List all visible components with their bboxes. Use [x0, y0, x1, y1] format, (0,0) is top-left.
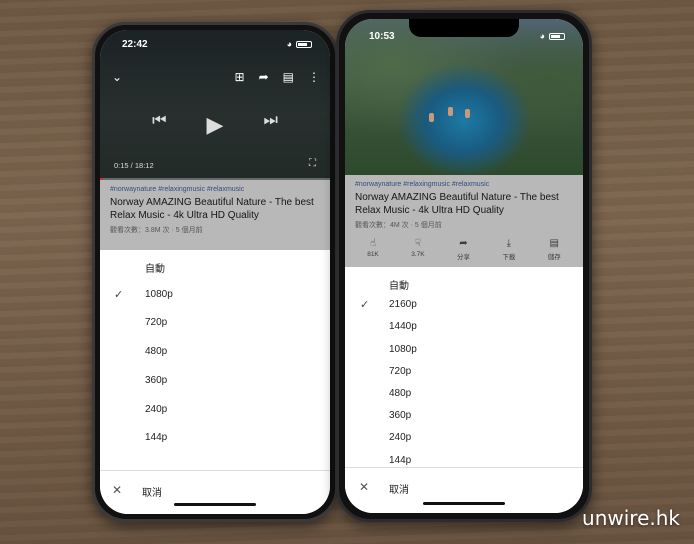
divider [345, 467, 583, 468]
quality-option-label: 自動 [389, 281, 409, 292]
status-icons: ◕ [540, 31, 565, 41]
cancel-label: 取消 [142, 488, 162, 499]
cancel-label: 取消 [389, 485, 409, 496]
quality-option-label: 480p [389, 388, 412, 399]
fullscreen-icon[interactable]: ⛶ [309, 158, 316, 169]
quality-option-label: 240p [145, 403, 168, 415]
boat [429, 113, 434, 122]
quality-option-label: 1080p [389, 343, 417, 355]
sheet-backdrop[interactable] [100, 180, 330, 250]
quality-option[interactable]: 240p [100, 404, 330, 433]
quality-option-label: 360p [145, 374, 168, 386]
watermark: unwire.hk [582, 506, 680, 530]
quality-option-label: 720p [145, 317, 168, 329]
home-indicator [174, 503, 256, 506]
share-icon[interactable]: ➦ [259, 70, 269, 84]
status-bar: 10:53 ◕ [345, 19, 583, 47]
quality-option-label: 360p [389, 410, 412, 422]
battery-icon [296, 40, 312, 48]
more-options-icon[interactable]: ⋮ [308, 70, 320, 84]
quality-option-label: 720p [389, 365, 412, 377]
quality-option[interactable]: 480p [100, 346, 330, 375]
right-phone-screen: 10:53 ◕ #norwaynature #relaxingmusic #re… [345, 19, 583, 513]
quality-sheet: 自動 1080p ✓ 720p 480p 360p 240p 144p ✕ 取消 [100, 250, 330, 514]
chevron-down-icon[interactable]: ⌄ [112, 70, 122, 84]
quality-option[interactable]: 144p [345, 455, 583, 477]
video-player[interactable]: 10:53 ◕ [345, 19, 583, 175]
home-indicator [423, 502, 505, 505]
quality-option[interactable]: 1080p [345, 344, 583, 366]
quality-option[interactable]: 360p [345, 410, 583, 432]
quality-option-label: 240p [389, 432, 412, 444]
cancel-button[interactable]: ✕ 取消 [359, 480, 409, 496]
boat [465, 109, 470, 118]
battery-icon [549, 32, 565, 40]
close-icon: ✕ [359, 480, 370, 494]
play-icon[interactable]: ▶ [207, 112, 224, 138]
wifi-icon: ◕ [286, 39, 292, 49]
add-to-queue-icon[interactable]: ⊞ [235, 70, 245, 84]
right-phone: 10:53 ◕ #norwaynature #relaxingmusic #re… [336, 10, 592, 522]
video-info: #norwaynature #relaxingmusic #relaxmusic… [100, 180, 330, 250]
quality-option[interactable]: 自動 [345, 277, 583, 299]
left-phone: 22:42 ◕ ⌄ ⊞ ➦ ▤ ⋮ ⏮ ▶ ⏭ 0:15 / 18:12 ⛶ #… [92, 22, 338, 522]
quality-option-label: 1080p [145, 288, 173, 300]
quality-option[interactable]: 1080p ✓ [100, 289, 330, 318]
quality-option[interactable]: 144p [100, 432, 330, 461]
quality-option-label: 144p [145, 432, 168, 444]
quality-option-label: 480p [145, 346, 168, 358]
quality-option[interactable]: 720p [100, 317, 330, 346]
status-icons: ◕ [287, 39, 312, 49]
cast-icon[interactable]: ▤ [283, 70, 294, 84]
next-icon[interactable]: ⏭ [263, 112, 277, 138]
playback-controls: ⏮ ▶ ⏭ [100, 112, 330, 138]
checkmark-icon: ✓ [114, 288, 124, 301]
quality-option-label: 1440p [389, 321, 417, 333]
quality-option[interactable]: 2160p ✓ [345, 299, 583, 321]
boat [448, 107, 453, 116]
previous-icon[interactable]: ⏮ [152, 112, 166, 138]
quality-option[interactable]: 360p [100, 375, 330, 404]
left-phone-screen: 22:42 ◕ ⌄ ⊞ ➦ ▤ ⋮ ⏮ ▶ ⏭ 0:15 / 18:12 ⛶ #… [100, 30, 330, 514]
checkmark-icon: ✓ [360, 299, 370, 312]
quality-option-label: 144p [389, 454, 412, 466]
quality-option[interactable]: 1440p [345, 321, 583, 343]
video-player[interactable]: 22:42 ◕ ⌄ ⊞ ➦ ▤ ⋮ ⏮ ▶ ⏭ 0:15 / 18:12 ⛶ [100, 30, 330, 196]
status-time: 10:53 [369, 31, 395, 42]
quality-option[interactable]: 480p [345, 388, 583, 410]
status-bar: 22:42 ◕ [100, 30, 330, 58]
quality-option[interactable]: 自動 [100, 260, 330, 289]
wifi-icon: ◕ [539, 31, 545, 41]
quality-option-label: 2160p [389, 299, 417, 311]
video-info: #norwaynature #relaxingmusic #relaxmusic… [345, 175, 583, 267]
quality-option-label: 自動 [145, 264, 165, 275]
sheet-backdrop[interactable] [345, 175, 583, 267]
divider [100, 470, 330, 471]
status-time: 22:42 [122, 39, 148, 50]
quality-sheet: 自動 2160p ✓ 1440p 1080p 720p 480p 360p 240p 144p ✕… [345, 267, 583, 513]
player-toolbar: ⌄ ⊞ ➦ ▤ ⋮ [112, 70, 320, 84]
close-icon: ✕ [112, 483, 123, 497]
quality-option[interactable]: 240p [345, 432, 583, 454]
time-display: 0:15 / 18:12 [114, 161, 154, 170]
quality-option[interactable]: 720p [345, 366, 583, 388]
cancel-button[interactable]: ✕ 取消 [112, 483, 162, 499]
